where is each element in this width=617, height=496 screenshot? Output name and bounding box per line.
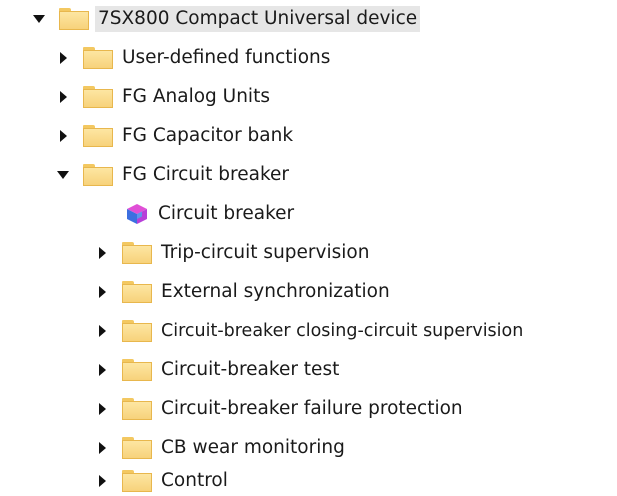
collapse-toggle-icon[interactable]	[95, 285, 109, 299]
tree-node-label: CB wear monitoring	[161, 437, 345, 458]
folder-icon	[59, 8, 89, 30]
folder-icon	[122, 398, 152, 420]
function-block-cube-icon	[127, 204, 147, 224]
tree-node-label: Circuit-breaker test	[161, 359, 340, 380]
collapse-toggle-icon[interactable]	[56, 129, 70, 143]
folder-icon	[122, 320, 152, 342]
folder-icon	[122, 242, 152, 264]
folder-icon	[83, 125, 113, 147]
collapse-toggle-icon[interactable]	[56, 51, 70, 65]
tree-node-label: FG Analog Units	[122, 86, 270, 107]
folder-icon	[83, 86, 113, 108]
tree-node-label: Circuit-breaker failure protection	[161, 398, 463, 419]
tree-node-fg-analog-units[interactable]: FG Analog Units	[0, 78, 617, 116]
tree-node-label: 7SX800 Compact Universal device	[95, 6, 421, 32]
tree-node-circuit-breaker-test[interactable]: Circuit-breaker test	[0, 351, 617, 389]
tree-node-fg-circuit-breaker[interactable]: FG Circuit breaker	[0, 156, 617, 194]
collapse-toggle-icon[interactable]	[95, 324, 109, 338]
folder-icon	[83, 47, 113, 69]
tree-node-control[interactable]: Control	[0, 462, 617, 496]
tree-node-circuit-breaker-function[interactable]: Circuit breaker	[0, 195, 617, 233]
tree-node-label: Trip-circuit supervision	[161, 242, 370, 263]
expand-toggle-icon[interactable]	[56, 168, 70, 182]
tree-node-external-synchronization[interactable]: External synchronization	[0, 273, 617, 311]
tree-node-label: Circuit breaker	[158, 203, 295, 224]
tree-node-label: Control	[161, 470, 228, 491]
tree-node-label: User-defined functions	[122, 47, 331, 68]
collapse-toggle-icon[interactable]	[95, 441, 109, 455]
tree-node-fg-capacitor-bank[interactable]: FG Capacitor bank	[0, 117, 617, 155]
tree-node-label: FG Circuit breaker	[122, 164, 289, 185]
folder-icon	[83, 164, 113, 186]
folder-icon	[122, 359, 152, 381]
tree-node-root[interactable]: 7SX800 Compact Universal device	[0, 0, 617, 38]
tree-node-cb-failure-protection[interactable]: Circuit-breaker failure protection	[0, 390, 617, 428]
tree-node-label: Circuit-breaker closing-circuit supervis…	[161, 321, 524, 341]
tree-node-cb-closing-circuit-supervision[interactable]: Circuit-breaker closing-circuit supervis…	[0, 312, 617, 350]
collapse-toggle-icon[interactable]	[95, 246, 109, 260]
folder-icon	[122, 281, 152, 303]
collapse-toggle-icon[interactable]	[95, 474, 109, 488]
collapse-toggle-icon[interactable]	[95, 363, 109, 377]
folder-icon	[122, 470, 152, 492]
collapse-toggle-icon[interactable]	[56, 90, 70, 104]
tree-node-trip-circuit-supervision[interactable]: Trip-circuit supervision	[0, 234, 617, 272]
folder-icon	[122, 437, 152, 459]
tree-node-user-defined-functions[interactable]: User-defined functions	[0, 39, 617, 77]
project-tree: 7SX800 Compact Universal device User-def…	[0, 0, 617, 496]
tree-node-label: FG Capacitor bank	[122, 125, 294, 146]
collapse-toggle-icon[interactable]	[95, 402, 109, 416]
tree-node-label: External synchronization	[161, 281, 390, 302]
expand-toggle-icon[interactable]	[32, 12, 46, 26]
